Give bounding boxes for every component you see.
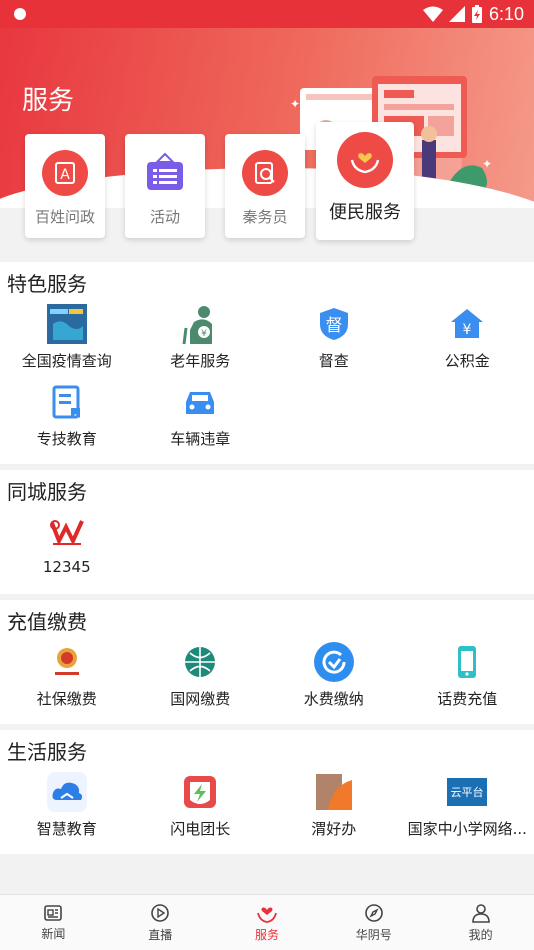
user-icon — [471, 903, 490, 923]
nav-service[interactable]: 服务 — [214, 895, 321, 950]
compass-icon — [364, 903, 383, 922]
signal-icon — [448, 6, 465, 22]
service-item-label: 车辆违章 — [170, 430, 231, 448]
car-icon — [180, 382, 220, 422]
service-item-label: 公积金 — [444, 352, 490, 370]
service-item-label: 社保缴费 — [36, 690, 97, 708]
service-item-label: 渭好办 — [311, 820, 357, 838]
nav-huayin-hao[interactable]: 华阴号 — [320, 895, 427, 950]
svg-text:督: 督 — [325, 316, 342, 336]
svg-text:云平台: 云平台 — [451, 785, 484, 799]
education-doc-icon — [47, 382, 87, 422]
wifi-icon — [422, 6, 443, 22]
service-item-weihaoban[interactable]: 渭好办 — [267, 768, 401, 846]
housing-fund-icon: ¥ — [447, 304, 487, 344]
svg-text:¥: ¥ — [201, 329, 207, 339]
weihaoban-icon — [314, 772, 354, 812]
quick-card-label: 百姓问政 — [34, 208, 95, 226]
service-item-label: 全国疫情查询 — [21, 352, 112, 370]
service-item-smart-education[interactable]: 智慧教育 — [0, 768, 134, 846]
quick-card-label: 便民服务 — [329, 202, 401, 223]
section-city: 同城服务 12345 — [0, 470, 534, 594]
service-item-label: 国网缴费 — [170, 690, 231, 708]
section-featured: 特色服务 全国疫情查询 ¥ 老年服务 督 督查 ¥ 公积金 专技教育 车辆违章 — [0, 262, 534, 464]
status-bar: 6:10 — [0, 0, 534, 28]
state-grid-icon — [180, 642, 220, 682]
quick-card-activity[interactable]: 活动 — [125, 134, 205, 238]
service-item-label: 督查 — [318, 352, 349, 370]
page-title: 服务 — [22, 86, 75, 116]
nav-label: 服务 — [254, 927, 279, 942]
svg-text:A: A — [60, 167, 70, 183]
section-title: 同城服务 — [7, 480, 87, 504]
event-board-icon — [142, 150, 188, 196]
service-item-label: 国家中小学网络... — [407, 820, 527, 838]
service-item-elderly[interactable]: ¥ 老年服务 — [134, 300, 268, 378]
question-a-icon: A — [42, 150, 88, 196]
section-title: 充值缴费 — [7, 610, 87, 634]
quick-card-label: 活动 — [149, 208, 180, 226]
nav-label: 直播 — [148, 927, 173, 942]
service-item-label: 专技教育 — [36, 430, 97, 448]
bottom-navigation: 新闻 直播 服务 华阴号 我的 — [0, 894, 534, 950]
heart-hands-icon — [337, 132, 393, 188]
nav-label: 新闻 — [41, 926, 66, 941]
nav-live[interactable]: 直播 — [107, 895, 214, 950]
phone-icon — [447, 642, 487, 682]
elderly-icon: ¥ — [180, 304, 220, 344]
supervision-badge-icon: 督 — [314, 304, 354, 344]
service-item-social-security[interactable]: 社保缴费 — [0, 638, 134, 716]
service-item-label: 水费缴纳 — [303, 690, 364, 708]
service-item-vehicle-violation[interactable]: 车辆违章 — [134, 378, 268, 456]
nav-label: 我的 — [468, 927, 493, 942]
nav-mine[interactable]: 我的 — [427, 895, 534, 950]
quick-access-cards: A 百姓问政 活动 秦务员 便民服务 — [0, 122, 534, 254]
nav-label: 华阴号 — [355, 927, 392, 942]
service-item-lightning-leader[interactable]: 闪电团长 — [134, 768, 268, 846]
quick-card-qinwuyuan[interactable]: 秦务员 — [225, 134, 305, 238]
section-title: 特色服务 — [7, 272, 87, 296]
cloud-platform-icon: 云平台 — [447, 772, 488, 812]
play-icon — [151, 903, 169, 922]
nav-news[interactable]: 新闻 — [0, 895, 107, 950]
epidemic-map-icon — [46, 304, 87, 344]
tax-emblem-icon — [47, 642, 87, 682]
section-title: 生活服务 — [7, 740, 87, 764]
service-item-label: 老年服务 — [170, 352, 231, 370]
quick-card-label: 秦务员 — [242, 208, 288, 226]
section-life: 生活服务 智慧教育 闪电团长 渭好办 云平台 国家中小学网络... — [0, 730, 534, 854]
notification-dot-icon — [14, 8, 26, 20]
service-item-housing-fund[interactable]: ¥ 公积金 — [401, 300, 534, 378]
service-item-water-bill[interactable]: 水费缴纳 — [267, 638, 401, 716]
service-item-supervision[interactable]: 督 督查 — [267, 300, 401, 378]
hotline-logo-icon — [47, 512, 87, 552]
service-item-state-grid[interactable]: 国网缴费 — [134, 638, 268, 716]
lightning-bag-icon — [180, 772, 220, 812]
clock: 6:10 — [488, 3, 524, 24]
service-item-national-k12-platform[interactable]: 云平台 国家中小学网络... — [401, 768, 534, 846]
cloud-book-icon — [46, 772, 87, 812]
service-item-label: 12345 — [42, 558, 91, 576]
section-payment: 充值缴费 社保缴费 国网缴费 水费缴纳 话费充值 — [0, 600, 534, 724]
service-item-phone-recharge[interactable]: 话费充值 — [401, 638, 534, 716]
service-content: 特色服务 全国疫情查询 ¥ 老年服务 督 督查 ¥ 公积金 专技教育 车辆违章 … — [0, 262, 534, 894]
service-item-epidemic[interactable]: 全国疫情查询 — [0, 300, 134, 378]
quick-card-baixingwenzheng[interactable]: A 百姓问政 — [25, 134, 105, 238]
service-item-label: 智慧教育 — [36, 820, 97, 838]
service-item-12345[interactable]: 12345 — [0, 508, 134, 586]
news-icon — [44, 904, 63, 921]
svg-text:✦: ✦ — [290, 97, 300, 111]
service-item-professional-education[interactable]: 专技教育 — [0, 378, 134, 456]
water-bill-icon — [313, 642, 354, 682]
quick-card-bianmin[interactable]: 便民服务 — [316, 122, 414, 240]
document-search-icon — [242, 150, 288, 196]
service-item-label: 闪电团长 — [170, 820, 231, 838]
service-heart-icon — [257, 906, 277, 923]
battery-charging-icon — [471, 5, 482, 23]
service-item-label: 话费充值 — [437, 690, 498, 708]
svg-text:¥: ¥ — [463, 322, 472, 338]
